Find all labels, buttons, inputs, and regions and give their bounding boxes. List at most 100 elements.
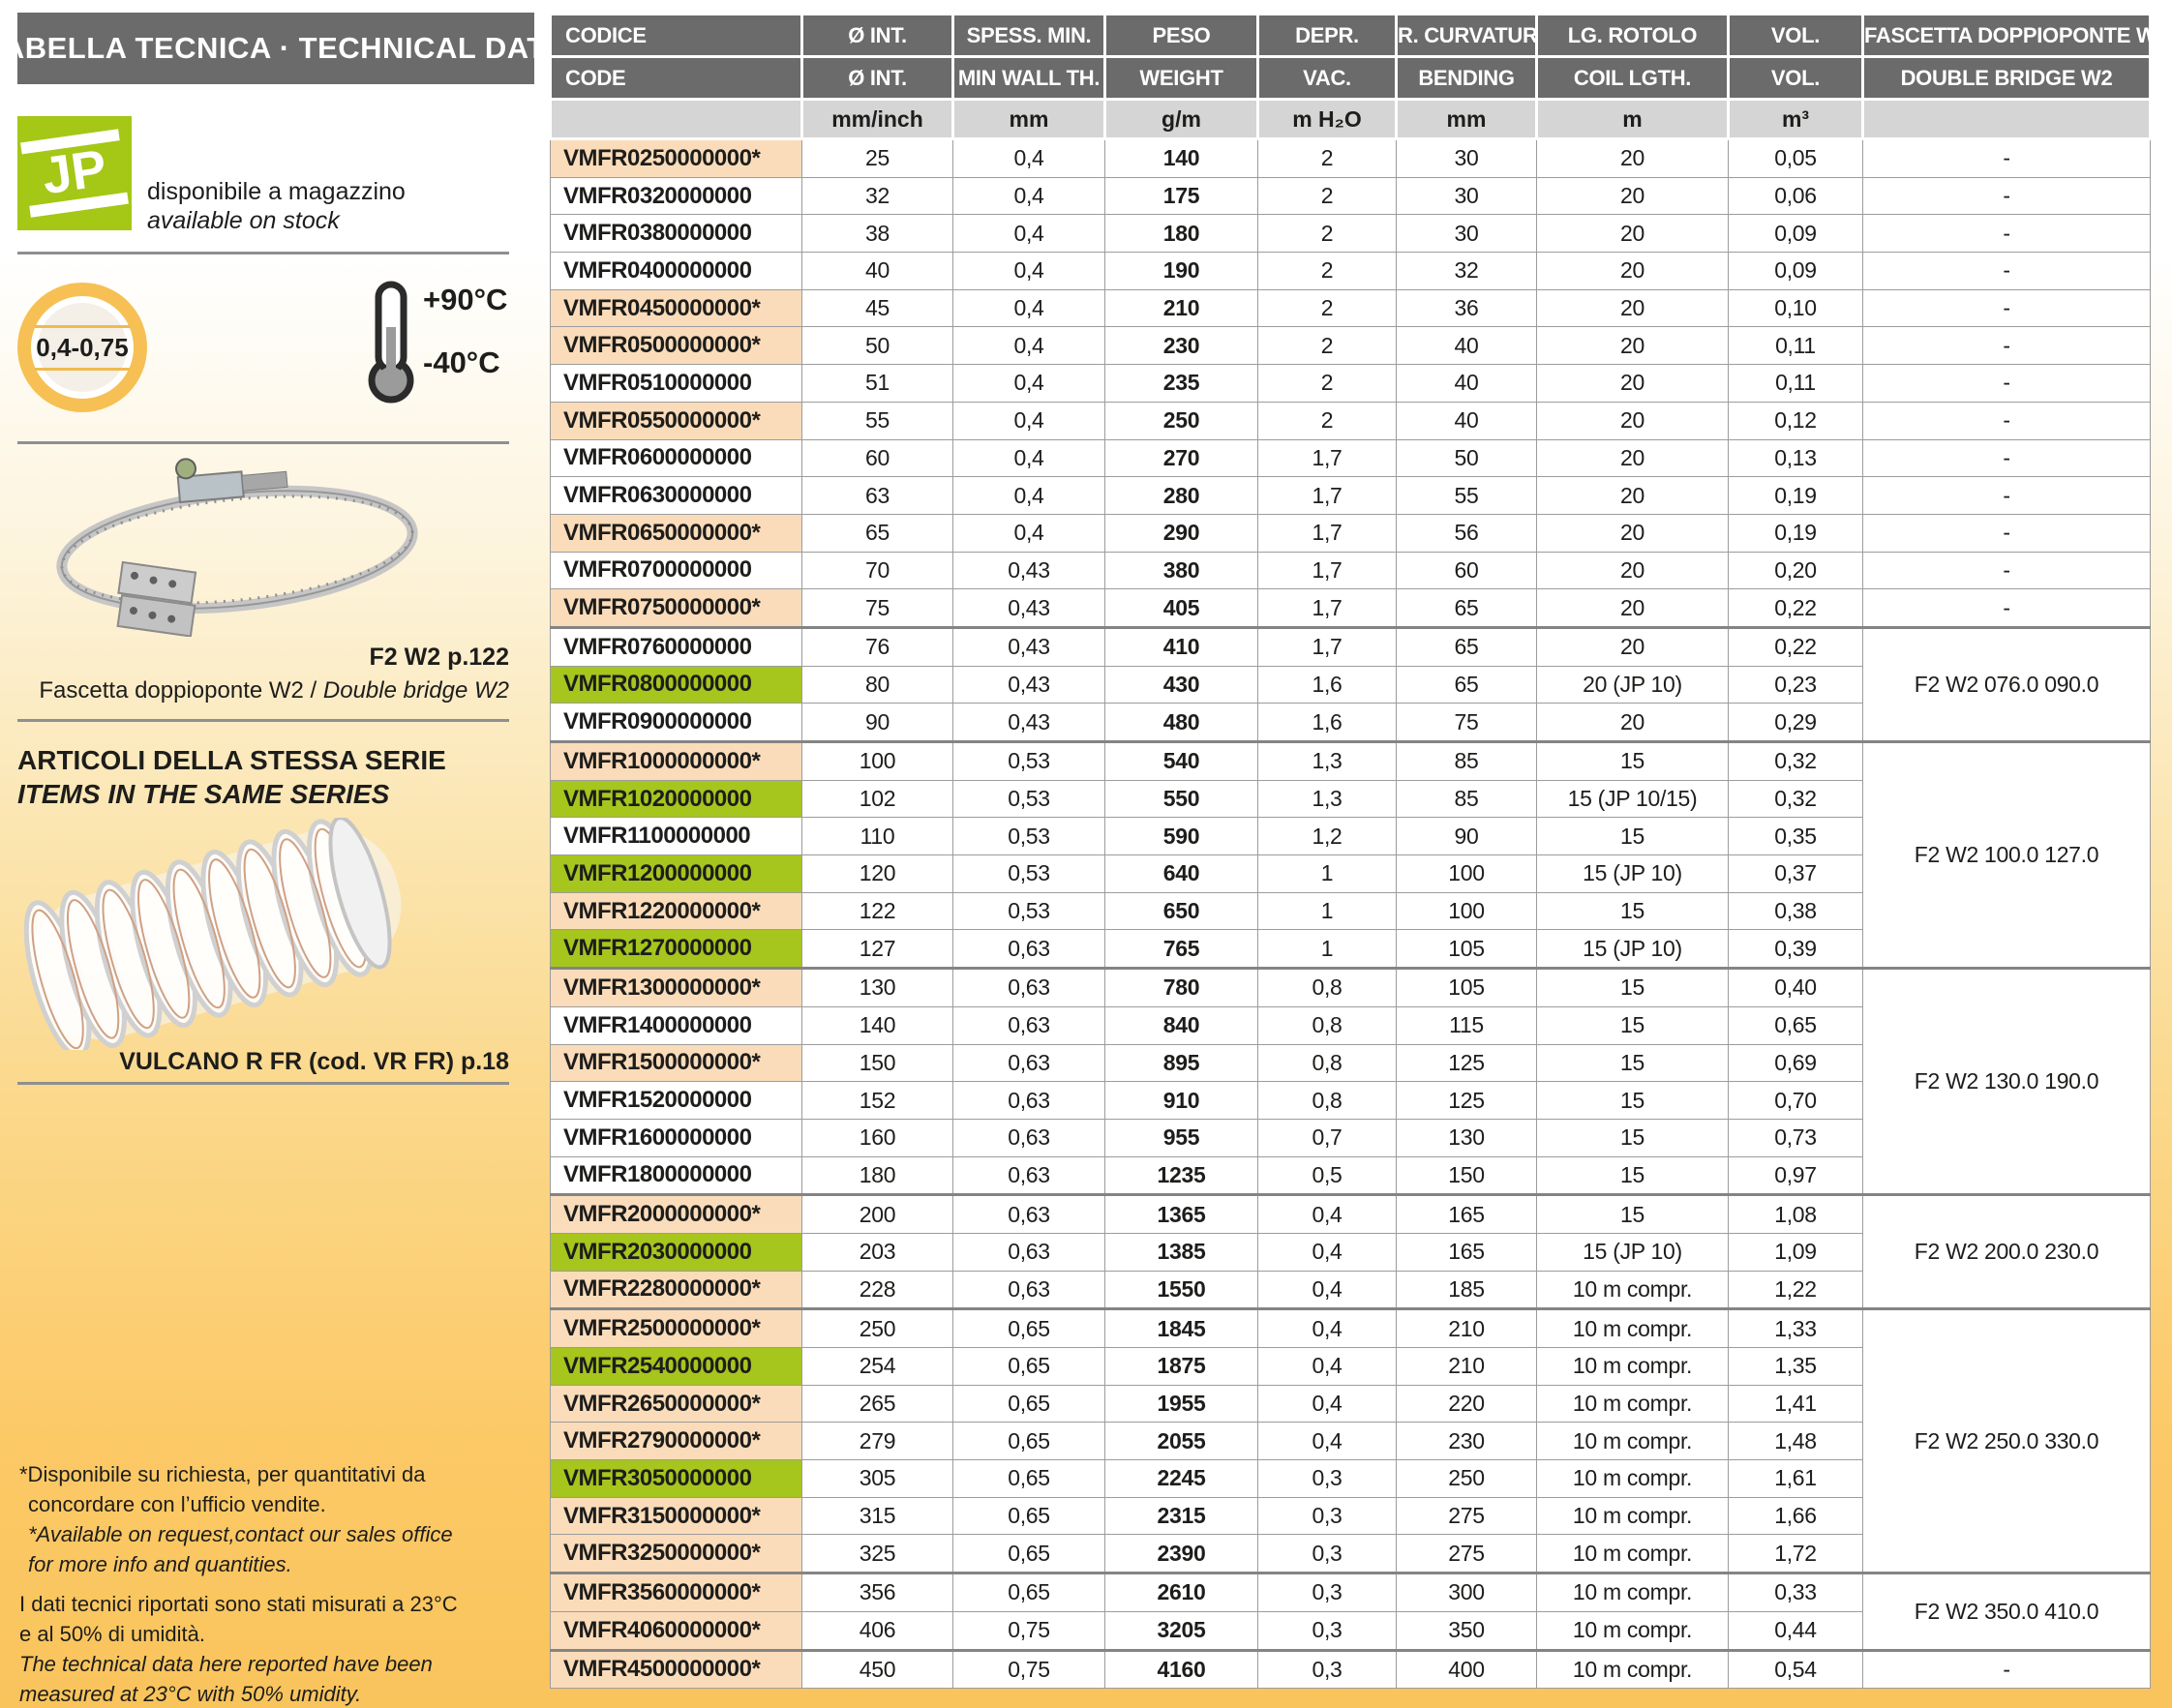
fascetta-cell: -: [1863, 327, 2151, 365]
value-cell: 10 m compr.: [1537, 1348, 1729, 1386]
code-cell: VMFR3150000000*: [551, 1497, 802, 1535]
header-row-it: CODICEØ INT.SPESS. MIN.PESODEPR.R. CURVA…: [551, 15, 2151, 57]
value-cell: 130: [802, 969, 953, 1007]
fascetta-cell: F2 W2 200.0 230.0: [1863, 1195, 2151, 1309]
code-cell: VMFR2030000000: [551, 1233, 802, 1271]
value-cell: 220: [1397, 1385, 1537, 1423]
fascetta-cell: -: [1863, 253, 2151, 290]
value-cell: 165: [1397, 1195, 1537, 1234]
value-cell: 0,32: [1729, 742, 1863, 781]
value-cell: 430: [1105, 666, 1258, 704]
code-cell: VMFR0380000000: [551, 215, 802, 253]
value-cell: 275: [1397, 1497, 1537, 1535]
table-row: VMFR0630000000630,42801,755200,19-: [551, 477, 2151, 515]
value-cell: 15: [1537, 969, 1729, 1007]
footnote-line: measured at 23°C with 50% umidity.: [19, 1679, 458, 1708]
value-cell: 1365: [1105, 1195, 1258, 1234]
table-row: VMFR0250000000*250,4140230200,05-: [551, 139, 2151, 178]
value-cell: 0,63: [953, 969, 1105, 1007]
value-cell: 4160: [1105, 1650, 1258, 1689]
value-cell: 0,65: [953, 1573, 1105, 1612]
value-cell: 80: [802, 666, 953, 704]
value-cell: 0,19: [1729, 514, 1863, 552]
value-cell: 38: [802, 215, 953, 253]
clamp-image: [29, 453, 445, 642]
code-cell: VMFR2000000000*: [551, 1195, 802, 1234]
fascetta-cell: -: [1863, 439, 2151, 477]
clamp-page-ref: F2 W2 p.122: [17, 644, 509, 672]
value-cell: 0,19: [1729, 477, 1863, 515]
code-cell: VMFR1500000000*: [551, 1044, 802, 1082]
value-cell: 2: [1258, 253, 1397, 290]
value-cell: 0,43: [953, 704, 1105, 742]
value-cell: 3205: [1105, 1611, 1258, 1650]
value-cell: 65: [1397, 666, 1537, 704]
value-cell: 30: [1397, 139, 1537, 178]
footnote-line: e al 50% di umidità.: [19, 1619, 458, 1649]
code-cell: VMFR0250000000*: [551, 139, 802, 178]
same-series-en: ITEMS IN THE SAME SERIES: [17, 777, 446, 811]
fascetta-cell: -: [1863, 589, 2151, 628]
value-cell: 1,48: [1729, 1423, 1863, 1460]
value-cell: 102: [802, 780, 953, 818]
value-cell: 1,09: [1729, 1233, 1863, 1271]
value-cell: 0,43: [953, 552, 1105, 589]
table-row: VMFR0320000000320,4175230200,06-: [551, 177, 2151, 215]
value-cell: 0,65: [953, 1535, 1105, 1573]
value-cell: 20: [1537, 402, 1729, 439]
value-cell: 910: [1105, 1082, 1258, 1120]
value-cell: 1,7: [1258, 627, 1397, 666]
value-cell: 50: [802, 327, 953, 365]
value-cell: 2: [1258, 327, 1397, 365]
value-cell: 20: [1537, 477, 1729, 515]
table-row: VMFR0600000000600,42701,750200,13-: [551, 439, 2151, 477]
value-cell: 2: [1258, 139, 1397, 178]
value-cell: 105: [1397, 930, 1537, 969]
value-cell: 0,11: [1729, 327, 1863, 365]
value-cell: 20: [1537, 552, 1729, 589]
value-cell: 2245: [1105, 1460, 1258, 1498]
value-cell: 280: [1105, 477, 1258, 515]
table-row: VMFR0500000000*500,4230240200,11-: [551, 327, 2151, 365]
unit-cell: m H₂O: [1258, 100, 1397, 139]
value-cell: 0,11: [1729, 365, 1863, 403]
value-cell: 185: [1397, 1271, 1537, 1309]
code-cell: VMFR2500000000*: [551, 1309, 802, 1348]
value-cell: 210: [1397, 1309, 1537, 1348]
unit-cell: mm: [953, 100, 1105, 139]
fascetta-cell: -: [1863, 289, 2151, 327]
value-cell: 0,8: [1258, 969, 1397, 1007]
value-cell: 235: [1105, 365, 1258, 403]
value-cell: 1550: [1105, 1271, 1258, 1309]
value-cell: 15: [1537, 1044, 1729, 1082]
value-cell: 540: [1105, 742, 1258, 781]
value-cell: 0,20: [1729, 552, 1863, 589]
table-row: VMFR0400000000400,4190232200,09-: [551, 253, 2151, 290]
value-cell: 1955: [1105, 1385, 1258, 1423]
unit-cell: mm/inch: [802, 100, 953, 139]
value-cell: 0,65: [953, 1460, 1105, 1498]
value-cell: 55: [1397, 477, 1537, 515]
column-header: Ø INT.: [802, 15, 953, 57]
value-cell: 10 m compr.: [1537, 1535, 1729, 1573]
value-cell: 0,73: [1729, 1119, 1863, 1156]
value-cell: 0,4: [953, 177, 1105, 215]
value-cell: 15 (JP 10/15): [1537, 780, 1729, 818]
header-row-units: mm/inchmmg/mm H₂Ommmm³: [551, 100, 2151, 139]
code-cell: VMFR1020000000: [551, 780, 802, 818]
table-row: VMFR0650000000*650,42901,756200,19-: [551, 514, 2151, 552]
fascetta-cell: F2 W2 130.0 190.0: [1863, 969, 2151, 1195]
value-cell: 165: [1397, 1233, 1537, 1271]
table-head: CODICEØ INT.SPESS. MIN.PESODEPR.R. CURVA…: [551, 15, 2151, 139]
value-cell: 1: [1258, 892, 1397, 930]
value-cell: 180: [1105, 215, 1258, 253]
code-cell: VMFR3560000000*: [551, 1573, 802, 1612]
value-cell: 0,3: [1258, 1611, 1397, 1650]
value-cell: 190: [1105, 253, 1258, 290]
value-cell: 0,63: [953, 1156, 1105, 1195]
code-cell: VMFR2790000000*: [551, 1423, 802, 1460]
value-cell: 100: [1397, 892, 1537, 930]
value-cell: 0,53: [953, 892, 1105, 930]
value-cell: 0,63: [953, 1271, 1105, 1309]
value-cell: 20: [1537, 365, 1729, 403]
